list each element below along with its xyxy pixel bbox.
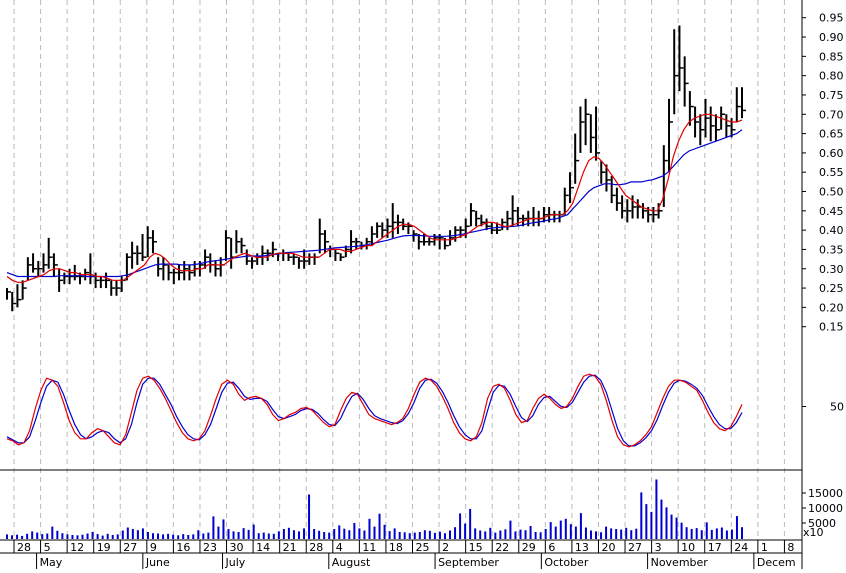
month-label: July (225, 556, 246, 569)
month-label: September (438, 556, 499, 569)
price-ytick-label: 0.35 (819, 243, 844, 256)
price-ytick-label: 0.50 (819, 186, 844, 199)
axis-labels: 28 5 12 19 27 9 16 23 30 14 21 28 4 11 18 25 2 15 22 29 6 13 2… (13, 540, 796, 569)
stoch-ytick-label: 50 (830, 401, 844, 414)
price-ytick-label: 0.60 (819, 147, 844, 160)
day-label: 16 (176, 541, 190, 554)
stochastic-panel: 50 (6, 373, 844, 448)
volume-panel: 15000100005000x10 (6, 479, 843, 539)
day-label: 12 (70, 541, 84, 554)
day-label: 13 (575, 541, 589, 554)
volume-ytick-label: 15000 (808, 487, 843, 500)
price-ytick-label: 0.40 (819, 224, 844, 237)
day-label: 14 (256, 541, 270, 554)
stochastic-d-line (6, 374, 743, 447)
price-ytick-label: 0.25 (819, 282, 844, 295)
day-label: 25 (416, 541, 430, 554)
day-label: 9 (150, 541, 157, 554)
volume-scale-label: x10 (803, 526, 824, 539)
day-label: 18 (389, 541, 403, 554)
price-ytick-label: 0.95 (819, 12, 844, 25)
day-label: 27 (123, 541, 137, 554)
day-label: 22 (495, 541, 509, 554)
day-label: 29 (522, 541, 536, 554)
day-label: 30 (230, 541, 244, 554)
day-label: 24 (734, 541, 748, 554)
month-label: November (651, 556, 709, 569)
day-label: 15 (469, 541, 483, 554)
day-label: 1 (761, 541, 768, 554)
price-ytick-label: 0.20 (819, 301, 844, 314)
price-ytick-label: 0.55 (819, 166, 844, 179)
day-label: 17 (708, 541, 722, 554)
month-label: August (332, 556, 371, 569)
day-label: 27 (628, 541, 642, 554)
day-label: 5 (44, 541, 51, 554)
price-ytick-label: 0.15 (819, 321, 844, 334)
month-label: May (40, 556, 63, 569)
price-ytick-label: 0.30 (819, 263, 844, 276)
stochastic-k-line (6, 373, 743, 448)
month-label: October (544, 556, 588, 569)
day-label: 23 (203, 541, 217, 554)
day-label: 10 (681, 541, 695, 554)
price-ytick-label: 0.65 (819, 128, 844, 141)
day-label: 19 (97, 541, 111, 554)
price-panel: 0.95 0.90 0.85 0.80 0.75 0.70 0.65 0.60 0.55 0.50… (6, 12, 844, 334)
day-label: 3 (655, 541, 662, 554)
day-label: 28 (309, 541, 323, 554)
stock-chart: 0.95 0.90 0.85 0.80 0.75 0.70 0.65 0.60 0.55 0.50… (0, 0, 844, 569)
day-label: 6 (548, 541, 555, 554)
month-label: June (145, 556, 170, 569)
day-label: 20 (601, 541, 615, 554)
day-label: 4 (336, 541, 343, 554)
price-ytick-label: 0.85 (819, 50, 844, 63)
day-label: 21 (283, 541, 297, 554)
price-ytick-label: 0.90 (819, 31, 844, 44)
price-ytick-label: 0.70 (819, 108, 844, 121)
day-label: 28 (17, 541, 31, 554)
chart-container: 0.95 0.90 0.85 0.80 0.75 0.70 0.65 0.60 0.55 0.50… (0, 0, 846, 569)
price-ytick-label: 0.75 (819, 89, 844, 102)
day-label: 8 (787, 541, 794, 554)
day-label: 2 (442, 541, 449, 554)
volume-ytick-label: 10000 (808, 502, 843, 515)
day-label: 11 (362, 541, 376, 554)
month-label: Decem (757, 556, 796, 569)
price-ytick-label: 0.80 (819, 70, 844, 83)
grid-layer (13, 0, 785, 540)
price-ytick-label: 0.45 (819, 205, 844, 218)
